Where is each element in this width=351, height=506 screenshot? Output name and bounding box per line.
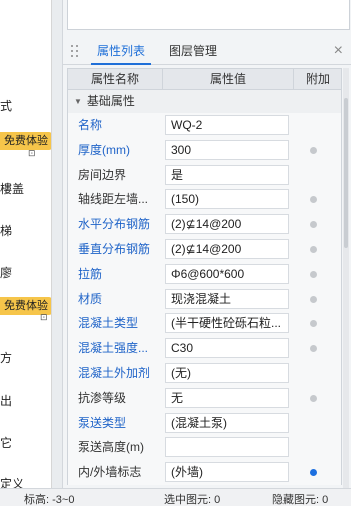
attach-indicator-icon[interactable] [310, 270, 317, 278]
scrollbar-thumb[interactable] [344, 98, 348, 248]
property-value-field[interactable]: 是 [165, 164, 289, 185]
property-value-field[interactable]: (2)⊈14@200 [165, 238, 289, 259]
property-name: 水平分布钢筋 [78, 217, 151, 232]
upper-pane [67, 0, 350, 30]
property-value-field[interactable]: (外墙) [165, 462, 289, 483]
panel-tabbar: 属性列表 图层管理 × [63, 38, 351, 65]
property-row[interactable]: 水平分布钢筋 (2)⊈14@200 [67, 212, 342, 237]
property-value-field[interactable]: (2)⊈14@200 [165, 214, 289, 235]
column-header-value[interactable]: 属性值 [163, 69, 294, 89]
grid-header: 属性名称 属性值 附加 [67, 68, 342, 90]
properties-panel: 属性列表 图层管理 × 属性名称 属性值 附加 ▼ 基础属性 名称 WQ-2 厚度(m… [62, 0, 351, 488]
status-elevation: 标高: -3~0 [24, 494, 75, 506]
property-row[interactable]: 泵送类型 (混凝土泵) [67, 410, 342, 436]
left-menu-item[interactable]: 它 [0, 434, 12, 451]
splitter[interactable] [52, 0, 62, 488]
status-hidden-count: 隐藏图元: 0 [272, 494, 329, 506]
attach-indicator-icon[interactable] [310, 469, 317, 477]
tab-layer-management[interactable]: 图层管理 [163, 38, 223, 65]
attach-indicator-icon[interactable] [310, 196, 317, 204]
property-value-field[interactable]: 无 [165, 387, 289, 408]
drag-grip-icon[interactable] [71, 45, 81, 57]
property-value-field[interactable]: 300 [165, 139, 289, 160]
left-menu-strip: 式 免费体验 ⊡ 樓盖 梯 廖 免费体验 ⊡ 方 出 它 定义 [0, 0, 52, 488]
property-row[interactable]: 内/外墙标志 (外墙) [67, 460, 342, 485]
property-name: 名称 [78, 118, 103, 132]
property-value-field[interactable]: (150) [165, 189, 289, 210]
property-name: 拉筋 [78, 266, 103, 281]
column-header-extra[interactable]: 附加 [294, 69, 342, 89]
left-menu-item[interactable]: 梯 [0, 222, 12, 239]
property-value-field[interactable] [165, 437, 289, 458]
badge-lock-icon: ⊡ [40, 312, 48, 322]
property-name: 混凝土强度... [78, 341, 149, 356]
property-name: 混凝土外加剂 [78, 365, 151, 380]
property-row[interactable]: 轴线距左墙... (150) [67, 187, 342, 213]
property-row[interactable]: 材质 现浇混凝土 [67, 286, 342, 312]
left-menu-item[interactable]: 樓盖 [0, 180, 24, 197]
left-menu-item[interactable]: 廖 [0, 264, 12, 281]
property-grid: 属性名称 属性值 附加 ▼ 基础属性 名称 WQ-2 厚度(mm) 300 房间边界是轴线… [67, 68, 342, 485]
property-value-field[interactable]: WQ-2 [165, 115, 289, 135]
property-row[interactable]: 泵送高度(m) [67, 435, 342, 461]
property-name: 内/外墙标志 [78, 465, 142, 480]
attach-indicator-icon[interactable] [310, 221, 317, 229]
property-value-field[interactable]: (混凝土泵) [165, 412, 289, 433]
free-trial-badge[interactable]: 免费体验 [0, 132, 52, 150]
property-row[interactable]: 抗渗等级 无 [67, 385, 342, 411]
attach-indicator-icon[interactable] [310, 320, 317, 328]
attach-indicator-icon[interactable] [310, 146, 317, 154]
property-name: 抗渗等级 [78, 390, 127, 405]
left-menu-item[interactable]: 出 [0, 392, 12, 409]
property-row[interactable]: 名称 WQ-2 [67, 113, 342, 138]
vertical-scrollbar[interactable] [343, 68, 349, 488]
property-value-field[interactable]: (半干硬性砼砾石粒... [165, 313, 289, 334]
property-row[interactable]: 房间边界 是 [67, 162, 342, 188]
left-menu-item[interactable]: 方 [0, 349, 12, 366]
status-bar: 标高: -3~0 选中图元: 0 隐藏图元: 0 [0, 488, 351, 506]
property-name: 厚度(mm) [78, 142, 130, 157]
property-name: 材质 [78, 291, 103, 306]
property-name: 混凝土类型 [78, 316, 139, 331]
property-row[interactable]: 垂直分布钢筋 (2)⊈14@200 [67, 236, 342, 262]
property-name: 垂直分布钢筋 [78, 241, 151, 256]
column-header-name[interactable]: 属性名称 [68, 69, 163, 89]
collapse-triangle-icon[interactable]: ▼ [74, 90, 82, 113]
property-row[interactable]: 拉筋 Φ6@600*600 [67, 261, 342, 287]
property-rows: 名称 WQ-2 厚度(mm) 300 房间边界 是轴线距左墙... (150) 水平分布钢筋 (… [67, 113, 342, 485]
property-row[interactable]: 混凝土外加剂 (无) [67, 360, 342, 386]
badge-lock-icon: ⊡ [28, 148, 36, 158]
left-menu-item[interactable]: 式 [0, 97, 12, 114]
status-selected-count: 选中图元: 0 [164, 494, 221, 506]
left-menu-item[interactable]: 定义 [0, 475, 24, 488]
attach-indicator-icon[interactable] [310, 245, 317, 253]
property-value-field[interactable]: C30 [165, 338, 289, 359]
property-name: 房间边界 [78, 167, 127, 182]
attach-indicator-icon[interactable] [310, 345, 317, 353]
property-row[interactable]: 混凝土强度... C30 [67, 336, 342, 361]
property-value-field[interactable]: Φ6@600*600 [165, 263, 289, 284]
attach-indicator-icon[interactable] [310, 295, 317, 303]
property-name: 轴线距左墙... [78, 192, 149, 207]
attach-indicator-icon[interactable] [310, 394, 317, 402]
tab-property-list[interactable]: 属性列表 [91, 38, 152, 65]
property-value-field[interactable]: 现浇混凝土 [165, 288, 289, 309]
group-label: 基础属性 [86, 94, 135, 108]
property-row[interactable]: 混凝土类型 (半干硬性砼砾石粒... [67, 311, 342, 337]
property-name: 泵送高度(m) [78, 440, 144, 455]
close-icon[interactable]: × [334, 42, 343, 60]
property-name: 泵送类型 [78, 415, 127, 430]
property-value-field[interactable]: (无) [165, 362, 289, 383]
property-row[interactable]: 厚度(mm) 300 [67, 137, 342, 163]
group-basic-properties[interactable]: ▼ 基础属性 [67, 90, 342, 113]
